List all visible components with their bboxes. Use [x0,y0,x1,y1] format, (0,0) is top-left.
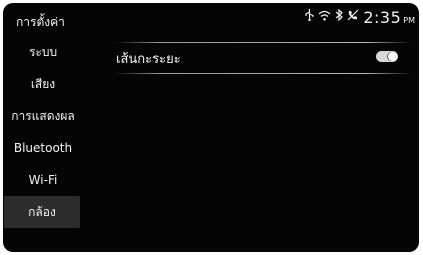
sidebar-item-camera[interactable]: กล้อง [4,196,80,228]
guideline-setting-label: เส้นกะระยะ [116,52,181,67]
settings-sidebar: ระบบ เสียง การแสดงผล Bluetooth Wi-Fi กล้… [3,36,83,228]
sidebar-item-display[interactable]: การแสดงผล [3,100,83,132]
page-title: การตั้งค่า [16,15,65,29]
clock-time: 2:35 [363,8,402,27]
guideline-toggle[interactable] [376,51,398,62]
sidebar-item-bluetooth[interactable]: Bluetooth [3,132,83,164]
sidebar-item-system[interactable]: ระบบ [3,36,83,68]
clock-ampm: PM [403,16,415,25]
row-divider-top [115,42,411,43]
phone-disconnected-icon [347,9,359,27]
usb-icon [305,9,314,27]
toggle-knob [388,52,397,61]
sidebar-item-sound[interactable]: เสียง [3,68,83,100]
bluetooth-icon [335,8,344,27]
wifi-icon [318,9,331,27]
sidebar-item-wifi[interactable]: Wi-Fi [3,164,83,196]
row-divider-bottom [115,73,411,74]
status-bar: 2:35 PM [305,9,415,27]
infotainment-screen: การตั้งค่า 2:35 PM ระบบ เสียง การแสดงผล … [3,3,419,252]
